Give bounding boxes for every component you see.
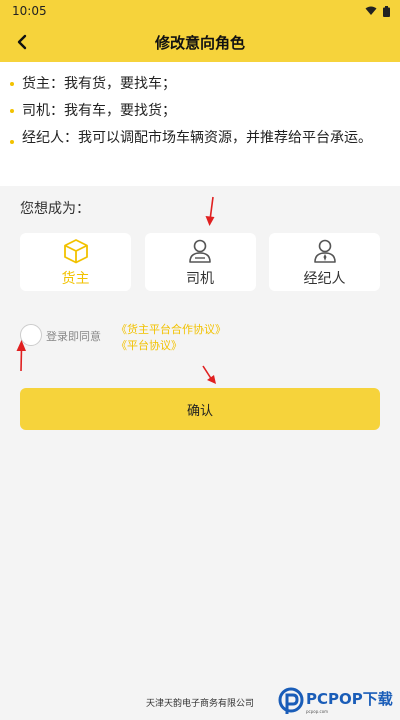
role-question: 您想成为：: [20, 201, 90, 217]
role-option-agent[interactable]: 经纪人: [269, 233, 380, 291]
status-icons: [365, 5, 390, 17]
bullet-dot-icon: [10, 140, 14, 144]
role-option-driver[interactable]: 司机: [144, 233, 256, 291]
agreement-link-cargo-owner[interactable]: 《货主平台合作协议》: [116, 321, 226, 337]
role-info-text: 经纪人：我可以调配市场车辆资源，并推荐给平台承运。: [22, 130, 372, 146]
bullet-dot-icon: [10, 82, 14, 86]
role-option-label: 货主: [61, 270, 90, 287]
agreement-row: 登录即同意 《货主平台合作协议》 《平台协议》: [20, 320, 380, 356]
bullet-dot-icon: [10, 109, 14, 113]
roles-info-card: 货主：我有货，要找车； 司机：我有车，要找货； 经纪人：我可以调配市场车辆资源，…: [0, 62, 400, 186]
annotation-arrow-icon: [205, 196, 215, 226]
battery-icon: [383, 5, 390, 17]
role-option-label: 经纪人: [303, 270, 346, 287]
annotation-arrow-icon: [16, 340, 26, 372]
role-info-agent: 经纪人：我可以调配市场车辆资源，并推荐给平台承运。: [10, 128, 386, 148]
page-title: 修改意向角色: [154, 33, 245, 52]
driver-icon: [186, 237, 214, 265]
role-info-cargo-owner: 货主：我有货，要找车；: [10, 74, 386, 94]
status-time: 10:05: [12, 4, 47, 18]
box-icon: [62, 237, 90, 265]
confirm-button[interactable]: 确认: [20, 388, 380, 430]
watermark: PCPOP下载 pcpop.com: [278, 686, 393, 716]
role-info-text: 货主：我有货，要找车；: [22, 76, 176, 92]
role-info-text: 司机：我有车，要找货；: [22, 103, 176, 119]
role-option-cargo-owner[interactable]: 货主: [20, 233, 131, 291]
wifi-icon: [365, 6, 377, 15]
agreement-link-platform[interactable]: 《平台协议》: [116, 337, 182, 353]
watermark-brand: PCPOP下载 pcpop.com: [306, 690, 393, 714]
status-bar: 10:05: [0, 0, 400, 22]
role-option-label: 司机: [186, 270, 214, 287]
agreement-text: 登录即同意: [46, 330, 101, 343]
annotation-arrow-icon: [202, 365, 216, 384]
watermark-logo-icon: [278, 687, 304, 714]
agent-icon: [311, 237, 339, 265]
back-button[interactable]: [10, 30, 34, 54]
role-options: 货主 司机 经纪人: [20, 233, 380, 291]
role-info-driver: 司机：我有车，要找货；: [10, 101, 386, 121]
app-header: 修改意向角色: [0, 22, 400, 62]
chevron-left-icon: [17, 34, 27, 50]
